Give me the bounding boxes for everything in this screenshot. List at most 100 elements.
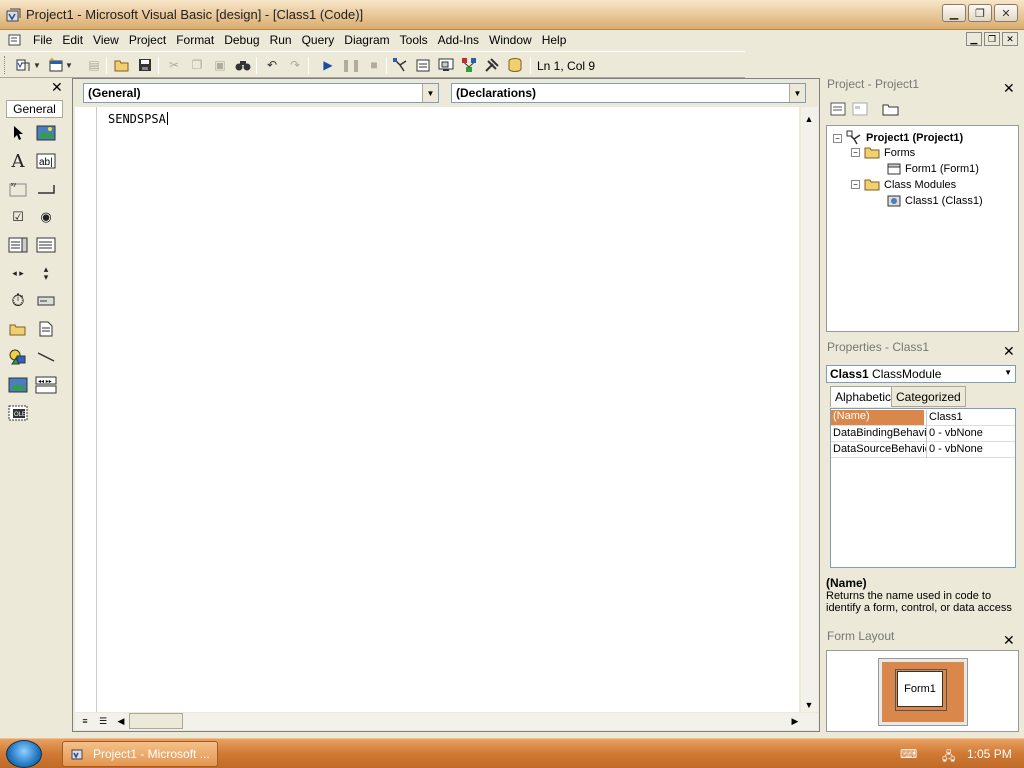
add-project-icon[interactable]: [14, 56, 34, 74]
menu-editor-icon[interactable]: ▤: [84, 56, 104, 74]
checkbox-tool-icon[interactable]: ☑: [7, 206, 29, 228]
scroll-up-icon[interactable]: ▲: [801, 111, 817, 127]
object-browser-icon[interactable]: [459, 56, 479, 74]
tree-class-modules-folder[interactable]: − Class Modules: [851, 178, 956, 191]
chevron-down-icon[interactable]: ▼: [422, 84, 438, 102]
full-module-view-icon[interactable]: ☰: [95, 713, 111, 729]
code-editor[interactable]: SENDSPSA: [75, 107, 799, 712]
menu-tools[interactable]: Tools: [395, 33, 433, 47]
image-tool-icon[interactable]: [7, 374, 29, 396]
commandbutton-tool-icon[interactable]: [35, 178, 57, 200]
cut-icon[interactable]: ✂: [164, 56, 184, 74]
filelistbox-tool-icon[interactable]: [35, 318, 57, 340]
vscrollbar-tool-icon[interactable]: ▴ ▾: [35, 262, 57, 284]
tree-root[interactable]: − Project1 (Project1): [833, 130, 963, 146]
network-icon[interactable]: 🖧: [942, 747, 958, 763]
scroll-thumb[interactable]: [129, 713, 183, 729]
code-window-icon[interactable]: [8, 33, 22, 47]
form-layout-close-icon[interactable]: ✕: [1003, 632, 1015, 649]
code-line[interactable]: SENDSPSA: [108, 112, 168, 126]
tree-form1[interactable]: Form1 (Form1): [887, 162, 979, 176]
menu-help[interactable]: Help: [537, 33, 572, 47]
property-value[interactable]: Class1: [929, 411, 963, 423]
pointer-tool-icon[interactable]: [7, 122, 29, 144]
clock[interactable]: 1:05 PM: [967, 747, 1012, 761]
project-explorer-icon[interactable]: [390, 56, 410, 74]
mdi-minimize-button[interactable]: ▁: [966, 32, 982, 46]
close-button[interactable]: ✕: [994, 4, 1018, 22]
properties-window-icon[interactable]: [413, 56, 433, 74]
collapse-icon[interactable]: −: [851, 148, 860, 157]
menu-project[interactable]: Project: [124, 33, 171, 47]
menu-window[interactable]: Window: [484, 33, 537, 47]
hscrollbar-tool-icon[interactable]: ◂ ▸: [7, 262, 29, 284]
mdi-close-button[interactable]: ✕: [1002, 32, 1018, 46]
chevron-down-icon[interactable]: ▼: [1004, 368, 1012, 377]
menu-diagram[interactable]: Diagram: [339, 33, 394, 47]
view-object-icon[interactable]: [852, 102, 868, 119]
toolbox-close-icon[interactable]: ✕: [51, 79, 63, 96]
paste-icon[interactable]: ▣: [210, 56, 230, 74]
property-row[interactable]: DataBindingBehavior 0 - vbNone: [831, 426, 1015, 442]
start-icon[interactable]: ▶: [318, 56, 338, 74]
tree-forms-folder[interactable]: − Forms: [851, 146, 915, 159]
properties-close-icon[interactable]: ✕: [1003, 343, 1015, 360]
project-close-icon[interactable]: ✕: [1003, 80, 1015, 97]
vertical-scrollbar[interactable]: ▲ ▼: [801, 107, 818, 712]
tab-categorized[interactable]: Categorized: [891, 386, 966, 407]
drivelistbox-tool-icon[interactable]: [35, 290, 57, 312]
view-code-icon[interactable]: [830, 102, 846, 119]
collapse-icon[interactable]: −: [851, 180, 860, 189]
find-icon[interactable]: [233, 56, 253, 74]
copy-icon[interactable]: ❐: [187, 56, 207, 74]
vb-app-icon[interactable]: [6, 7, 22, 23]
label-tool-icon[interactable]: A: [7, 150, 29, 172]
horizontal-scrollbar[interactable]: ≡ ☰ ◀ ▶: [75, 713, 818, 730]
properties-object-combo[interactable]: Class1 ClassModule ▼: [826, 365, 1016, 383]
menu-file[interactable]: File: [28, 33, 57, 47]
redo-icon[interactable]: ↷: [285, 56, 305, 74]
property-value[interactable]: 0 - vbNone: [929, 427, 983, 439]
add-project-dropdown-icon[interactable]: ▼: [32, 56, 42, 74]
ole-tool-icon[interactable]: OLE: [7, 402, 29, 424]
maximize-button[interactable]: ❐: [968, 4, 992, 22]
menu-query[interactable]: Query: [297, 33, 340, 47]
break-icon[interactable]: ❚❚: [341, 56, 361, 74]
menu-add-ins[interactable]: Add-Ins: [433, 33, 484, 47]
data-tool-icon[interactable]: ◂◂ ▸▸: [35, 374, 57, 396]
mdi-restore-button[interactable]: ❐: [984, 32, 1000, 46]
toolbox-tab-general[interactable]: General: [6, 100, 63, 118]
chevron-down-icon[interactable]: ▼: [789, 84, 805, 102]
save-project-icon[interactable]: [135, 56, 155, 74]
menu-debug[interactable]: Debug: [219, 33, 264, 47]
shape-tool-icon[interactable]: [7, 346, 29, 368]
keyboard-icon[interactable]: ⌨: [900, 747, 917, 761]
property-row[interactable]: (Name) Class1: [831, 410, 1015, 426]
scroll-down-icon[interactable]: ▼: [801, 697, 817, 713]
form-position-preview[interactable]: Form1: [895, 669, 947, 711]
scroll-left-icon[interactable]: ◀: [113, 713, 129, 729]
menu-format[interactable]: Format: [171, 33, 219, 47]
dirlistbox-tool-icon[interactable]: [7, 318, 29, 340]
picturebox-tool-icon[interactable]: [35, 122, 57, 144]
procedure-view-icon[interactable]: ≡: [77, 713, 93, 729]
menu-run[interactable]: Run: [265, 33, 297, 47]
menu-edit[interactable]: Edit: [57, 33, 88, 47]
object-combo[interactable]: (General) ▼: [83, 83, 439, 103]
scroll-right-icon[interactable]: ▶: [787, 713, 803, 729]
end-icon[interactable]: ■: [364, 56, 384, 74]
undo-icon[interactable]: ↶: [262, 56, 282, 74]
menu-view[interactable]: View: [88, 33, 124, 47]
combobox-tool-icon[interactable]: [7, 234, 29, 256]
data-view-icon[interactable]: [505, 56, 525, 74]
procedure-combo[interactable]: (Declarations) ▼: [451, 83, 806, 103]
form-layout-icon[interactable]: [436, 56, 456, 74]
timer-tool-icon[interactable]: ⏱: [7, 290, 29, 312]
start-button[interactable]: [6, 740, 42, 768]
tree-class1[interactable]: Class1 (Class1): [887, 194, 983, 208]
toolbar-grip[interactable]: [4, 56, 7, 74]
textbox-tool-icon[interactable]: ab|: [35, 150, 57, 172]
taskbar-app-button[interactable]: Project1 - Microsoft ...: [62, 741, 218, 767]
minimize-button[interactable]: ▁: [942, 4, 966, 22]
margin-indicator-bar[interactable]: [75, 107, 97, 712]
